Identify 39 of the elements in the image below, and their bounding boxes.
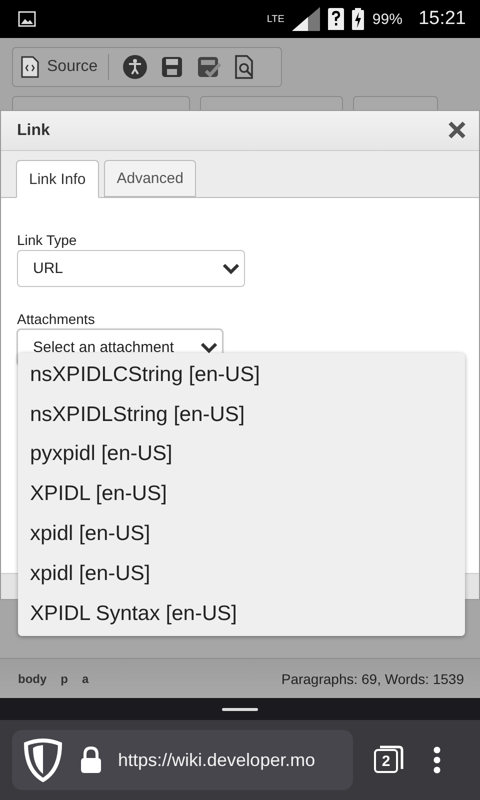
tabs-button[interactable]: 2	[371, 743, 405, 777]
dropdown-option[interactable]: XPIDL [en-US]	[18, 474, 465, 514]
dialog-tab[interactable]: Link Info	[16, 160, 99, 198]
image-icon	[18, 11, 36, 27]
signal-icon	[292, 7, 320, 31]
word-count: Paragraphs: 69, Words: 1539	[281, 670, 464, 686]
network-type: LTE	[266, 14, 284, 24]
element-path-item[interactable]: body	[18, 672, 47, 686]
close-button[interactable]	[447, 120, 467, 140]
field-label: Link Type	[17, 232, 78, 248]
preview-icon[interactable]	[234, 55, 255, 79]
clock: 15:21	[418, 8, 466, 30]
shield-icon[interactable]	[22, 738, 64, 782]
dropdown-option[interactable]: pyxpidl [en-US]	[18, 434, 465, 474]
select-field[interactable]: URL	[17, 250, 245, 287]
dialog-tab[interactable]: Advanced	[104, 160, 196, 197]
dropdown-option[interactable]: XPIDL Syntax [en-US]	[18, 594, 465, 634]
save-icon[interactable]	[160, 56, 183, 78]
element-path-item[interactable]: a	[82, 672, 89, 686]
source-file-icon	[21, 56, 39, 78]
menu-icon[interactable]	[433, 746, 441, 774]
dropdown-option[interactable]: nsXPIDLString [en-US]	[18, 394, 465, 435]
drag-handle[interactable]	[222, 708, 258, 710]
battery-level: 99%	[372, 10, 402, 28]
element-path-item[interactable]: p	[60, 672, 68, 686]
address-bar[interactable]: https://wiki.developer.mo	[12, 730, 353, 790]
chevron-down-icon	[222, 262, 240, 274]
lock-icon	[80, 746, 102, 774]
field-label: Attachments	[17, 311, 96, 327]
accessibility-icon[interactable]	[122, 55, 147, 79]
template-check-icon[interactable]	[196, 55, 221, 79]
dialog-title: Link	[17, 122, 50, 140]
url-text: https://wiki.developer.mo	[118, 750, 316, 770]
source-button[interactable]: Source	[21, 54, 109, 80]
battery-charging-icon	[352, 8, 364, 30]
dropdown-option[interactable]: xpidl [en-US]	[18, 514, 465, 554]
dropdown-option[interactable]: xpidl [en-US]	[18, 554, 465, 594]
sim-unknown-icon	[328, 8, 344, 30]
chevron-down-icon	[200, 342, 218, 354]
